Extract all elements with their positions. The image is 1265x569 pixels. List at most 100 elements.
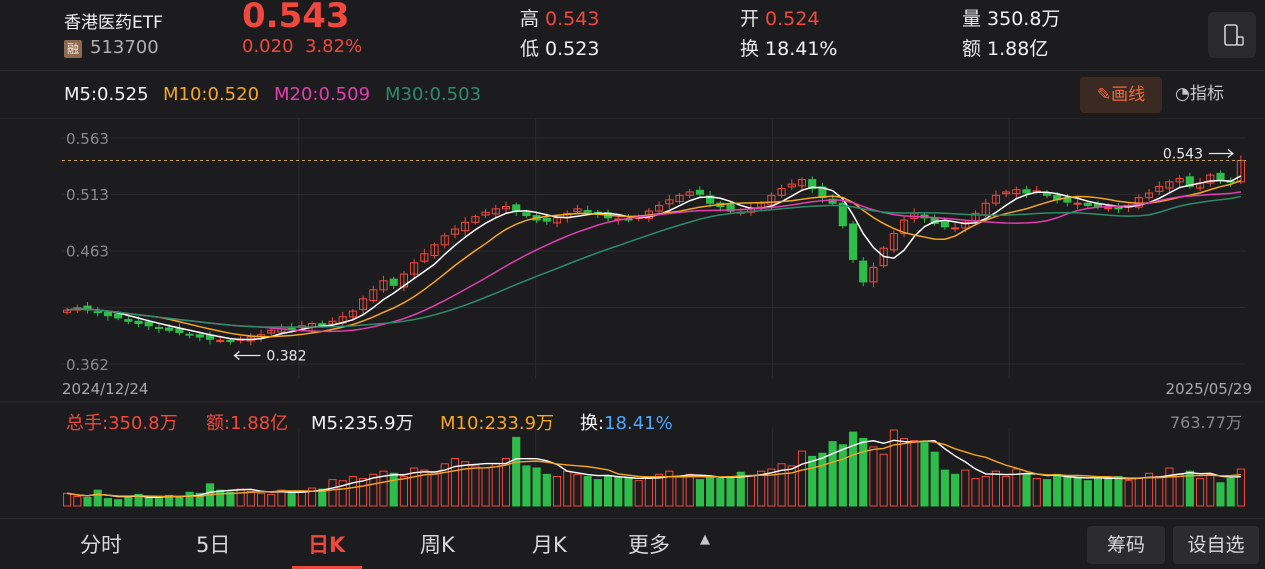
volume-bar: [277, 489, 286, 507]
volume-bar: [1063, 475, 1072, 507]
volume-bar: [522, 465, 531, 507]
tab-weekly-k[interactable]: 周K: [420, 529, 455, 559]
landscape-toggle-button[interactable]: [1208, 12, 1256, 58]
volume-bar: [603, 474, 613, 507]
tab-intraday[interactable]: 分时: [80, 529, 122, 559]
volume-bar: [675, 475, 684, 507]
volume-bar: [1002, 475, 1011, 507]
candle-body: [216, 339, 225, 342]
volume-bar: [1195, 478, 1205, 507]
candle-body: [951, 227, 960, 230]
ma10-legend: M10:0.520: [163, 84, 260, 105]
volume-bar: [818, 452, 827, 507]
volume-bar: [593, 479, 602, 507]
volume-bar: [644, 478, 653, 507]
candlestick-chart[interactable]: 0.563 0.513 0.463 0.362 0.543 0.382 2024/12/24…: [0, 118, 1265, 408]
tab-daily-k[interactable]: 日K: [308, 529, 345, 559]
last-price: 0.543: [242, 0, 350, 36]
volume-bar: [1226, 478, 1235, 507]
volume-bar: [114, 499, 123, 507]
volume-bar: [797, 450, 807, 507]
ma30-legend: M30:0.503: [385, 84, 482, 105]
ma10-line: [67, 179, 1242, 338]
volume-bar: [532, 467, 541, 507]
volume-chart[interactable]: [0, 428, 1265, 512]
y-tick-label: 0.362: [66, 356, 109, 374]
volume-bar: [154, 498, 164, 507]
volume-bar: [848, 431, 858, 507]
volume-bar: [695, 479, 705, 507]
volume-bar: [1022, 473, 1031, 507]
caret-up-icon[interactable]: ▲: [700, 532, 710, 547]
volume-bar: [991, 470, 1001, 507]
candle-body: [114, 313, 123, 319]
candle-body: [165, 327, 174, 331]
candle-body: [1073, 202, 1082, 205]
volume-bar: [1206, 473, 1215, 507]
volume-bar: [144, 497, 153, 507]
volume-bar: [869, 446, 878, 507]
volume-bar: [910, 440, 919, 507]
volume-bar: [746, 474, 756, 507]
gauge-icon: ◔: [1175, 84, 1190, 104]
volume-bar: [981, 475, 990, 507]
volume-bar: [920, 442, 929, 507]
header-divider: [0, 70, 1265, 71]
volume-bar: [685, 473, 694, 507]
volume-bar: [828, 441, 837, 507]
y-tick-label: 0.463: [66, 242, 109, 260]
volume-bar: [1134, 478, 1143, 507]
stat-high: 高 0.543: [520, 8, 600, 30]
stat-turnover: 换 18.41%: [740, 38, 838, 60]
volume-bar: [951, 473, 960, 507]
security-name: 香港医药ETF: [64, 13, 163, 33]
volume-bar: [563, 470, 572, 507]
stat-open: 开 0.524: [740, 8, 820, 30]
change-pct: 3.82%: [304, 36, 363, 57]
volume-bar: [1104, 477, 1113, 507]
volume-bar: [879, 453, 888, 507]
stat-amount: 额 1.88亿: [962, 38, 1049, 60]
volume-bar: [634, 480, 643, 507]
candle-body: [154, 326, 164, 329]
volume-bar: [1124, 480, 1133, 507]
volume-bar: [1032, 478, 1041, 507]
candle-body: [134, 320, 143, 325]
candle-body: [1114, 207, 1123, 210]
volume-bar: [859, 437, 868, 507]
tab-5day[interactable]: 5日: [196, 529, 230, 559]
ma5-legend: M5:0.525: [64, 84, 149, 105]
security-code: 513700: [90, 37, 159, 58]
tab-more[interactable]: 更多: [628, 529, 670, 559]
volume-bar: [236, 488, 245, 507]
volume-bar: [471, 465, 480, 507]
candle-body: [226, 339, 235, 343]
volume-bar: [246, 490, 255, 507]
ma20-legend: M20:0.509: [274, 84, 371, 105]
candle-body: [859, 260, 868, 283]
indicator-button[interactable]: ◔指标: [1175, 79, 1224, 104]
chips-button[interactable]: 筹码: [1087, 526, 1165, 564]
min-price-annotation: 0.382: [266, 349, 306, 365]
volume-bar: [1042, 479, 1052, 507]
volume-bar: [838, 444, 847, 507]
volume-bar: [83, 497, 92, 507]
candle-body: [124, 319, 133, 322]
volume-bar: [359, 478, 368, 507]
volume-bar: [103, 498, 113, 507]
add-watchlist-button[interactable]: 设自选: [1173, 526, 1259, 564]
y-tick-label: 0.563: [66, 130, 109, 148]
volume-bar: [512, 436, 521, 507]
volume-bar: [256, 492, 266, 507]
volume-bar: [573, 473, 582, 507]
volume-bar: [399, 475, 409, 507]
candle-body: [103, 311, 113, 317]
tab-monthly-k[interactable]: 月K: [532, 529, 567, 559]
candle-body: [522, 212, 531, 217]
x-end-date: 2025/05/29: [1166, 380, 1252, 398]
draw-line-button[interactable]: ✎画线: [1080, 77, 1162, 113]
candle-body: [695, 189, 705, 195]
volume-bar: [552, 475, 562, 507]
volume-bar: [287, 491, 296, 507]
candle-body: [1104, 207, 1113, 210]
